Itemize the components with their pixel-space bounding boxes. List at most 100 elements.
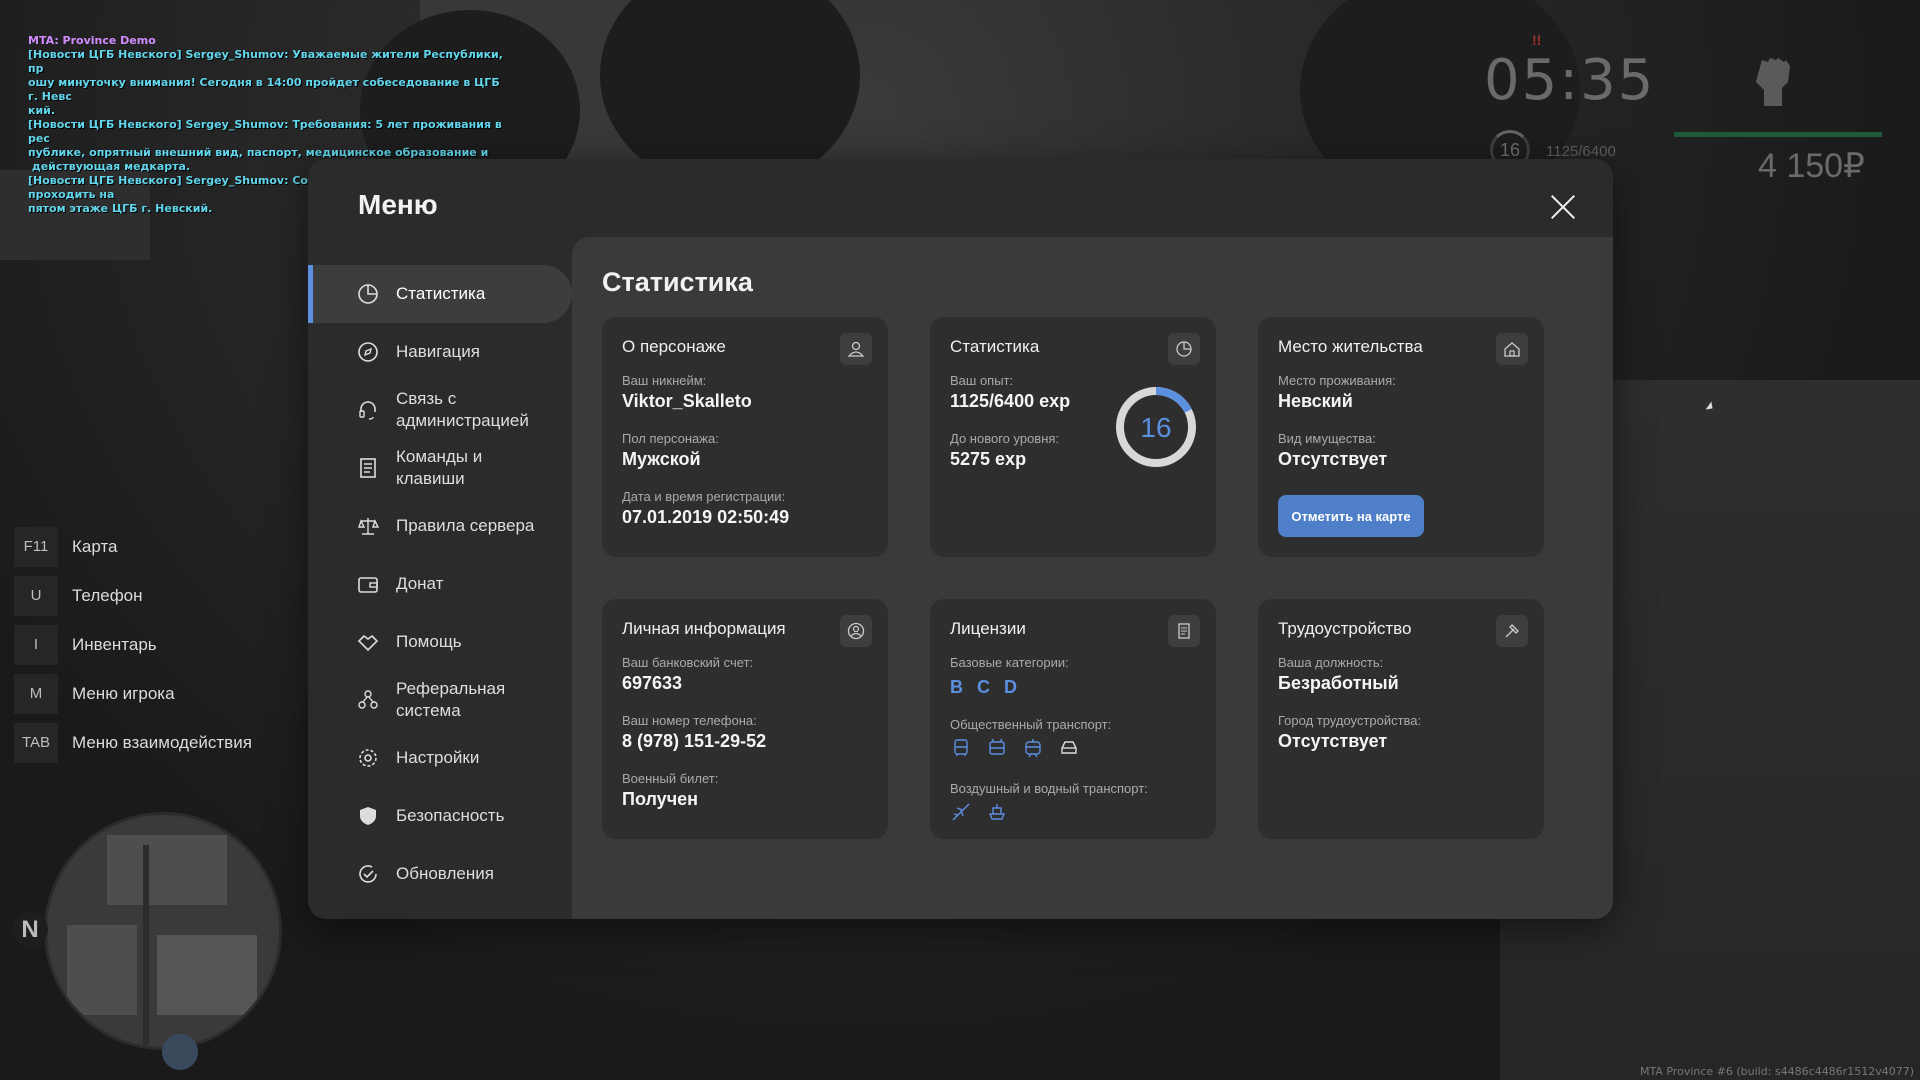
menu-content: Статистика О персонаже Ваш никнейм: Vikt… <box>572 237 1613 919</box>
pie-chart-icon <box>1168 333 1200 365</box>
property-value: Отсутствует <box>1278 449 1388 469</box>
card-residence: Место жительства Место проживания: Невск… <box>1258 317 1544 557</box>
air-water-icons <box>950 801 1008 823</box>
card-personal-info: Личная информация Ваш банковский счет: 6… <box>602 599 888 839</box>
sidebar-item-label: Обновления <box>396 864 494 883</box>
sidebar-item-settings[interactable]: Настройки <box>308 729 572 787</box>
minimap[interactable] <box>44 812 282 1050</box>
chat-line: [Новости ЦГБ Невского] Sergey_Shumov: Ув… <box>28 48 503 75</box>
hotkey-key: I <box>14 624 58 665</box>
job-city-label: Город трудоустройства: <box>1278 713 1422 728</box>
sidebar-item-admin-contact[interactable]: Связь с администрацией <box>308 381 572 439</box>
hud-health-bar <box>1674 132 1882 137</box>
military-value: Получен <box>622 789 699 809</box>
hotkey-phone[interactable]: U Телефон <box>14 571 252 620</box>
phone-label: Ваш номер телефона: <box>622 713 757 728</box>
chat-line: [Новости ЦГБ Невского] Sergey_Shumov: Тр… <box>28 118 502 145</box>
hotkey-key: F11 <box>14 526 58 567</box>
public-transport-icons <box>950 737 1080 759</box>
headset-icon <box>356 398 380 422</box>
chat-line: кий. <box>28 104 56 117</box>
hotkey-label: Инвентарь <box>72 634 157 654</box>
sidebar-item-label: Команды и клавиши <box>396 447 483 488</box>
gender-value: Мужской <box>622 449 701 469</box>
hotkey-player-menu[interactable]: M Меню игрока <box>14 669 252 718</box>
nick-label: Ваш никнейм: <box>622 373 707 388</box>
hotkey-map[interactable]: F11 Карта <box>14 522 252 571</box>
hotkey-key: U <box>14 575 58 616</box>
content-title: Статистика <box>602 267 753 297</box>
sidebar-item-navigation[interactable]: Навигация <box>308 323 572 381</box>
sidebar-item-commands[interactable]: Команды и клавиши <box>308 439 572 497</box>
tram-icon <box>1022 737 1044 759</box>
hotkey-interaction-menu[interactable]: TAB Меню взаимодействия <box>14 718 252 767</box>
category-d: D <box>1004 677 1017 697</box>
card-title: Лицензии <box>950 619 1026 638</box>
gender-label: Пол персонажа: <box>622 431 719 446</box>
bus-icon <box>950 737 972 759</box>
document-icon <box>356 456 380 480</box>
hud-clock: 05:35 <box>1484 48 1656 113</box>
close-icon[interactable] <box>1549 193 1577 221</box>
sidebar-item-label: Настройки <box>396 748 480 767</box>
sidebar-item-rules[interactable]: Правила сервера <box>308 497 572 555</box>
hotkey-inventory[interactable]: I Инвентарь <box>14 620 252 669</box>
nick-value: Viktor_Skalleto <box>622 391 752 411</box>
next-level-value: 5275 exp <box>950 449 1027 469</box>
card-statistics: Статистика Ваш опыт: 1125/6400 exp До но… <box>930 317 1216 557</box>
sidebar-item-label: Донат <box>396 574 444 593</box>
bank-label: Ваш банковский счет: <box>622 655 754 670</box>
chat-line: ошу минуточку внимания! Сегодня в 14:00 … <box>28 76 500 103</box>
position-value: Безработный <box>1278 673 1399 693</box>
exp-value: 1125/6400 exp <box>950 391 1071 411</box>
card-title: Трудоустройство <box>1278 619 1412 638</box>
sidebar-item-updates[interactable]: Обновления <box>308 845 572 903</box>
build-info: MTA Province #6 (build: s4486c4486r1512v… <box>1639 1065 1914 1078</box>
player-menu-window: Меню Статистика Навигация Связь с админи… <box>308 159 1613 919</box>
hud-alert: !! <box>1532 32 1542 48</box>
hammer-icon <box>1496 615 1528 647</box>
hotkey-key: TAB <box>14 722 58 763</box>
registration-label: Дата и время регистрации: <box>622 489 786 504</box>
sidebar-item-help[interactable]: Помощь <box>308 613 572 671</box>
compass-icon <box>356 340 380 364</box>
hotkey-key: M <box>14 673 58 714</box>
sidebar-item-referral[interactable]: Реферальная система <box>308 671 572 729</box>
sidebar-item-label: Статистика <box>396 284 486 303</box>
phone-value: 8 (978) 151-29-52 <box>622 731 767 751</box>
level-number: 16 <box>1140 412 1171 443</box>
handshake-icon <box>356 630 380 654</box>
base-categories: B C D <box>950 677 1017 698</box>
chat-title: MTA: Province Demo <box>28 34 156 47</box>
hotkey-label: Карта <box>72 536 118 556</box>
hotkey-label: Телефон <box>72 585 143 605</box>
place-value: Невский <box>1278 391 1353 411</box>
job-city-value: Отсутствует <box>1278 731 1388 751</box>
sidebar-item-label: Связь с администрацией <box>396 389 529 430</box>
pie-chart-icon <box>356 282 380 306</box>
sidebar-item-label: Навигация <box>396 342 480 361</box>
sidebar-item-statistics[interactable]: Статистика <box>308 265 572 323</box>
gear-icon <box>356 746 380 770</box>
boat-icon <box>986 801 1008 823</box>
user-circle-icon <box>840 615 872 647</box>
air-water-label: Воздушный и водный транспорт: <box>950 781 1148 796</box>
wallet-icon <box>356 572 380 596</box>
trolleybus-icon <box>986 737 1008 759</box>
public-transport-label: Общественный транспорт: <box>950 717 1112 732</box>
sidebar-item-security[interactable]: Безопасность <box>308 787 572 845</box>
card-title: О персонаже <box>622 337 726 356</box>
card-title: Личная информация <box>622 619 786 638</box>
shield-icon <box>356 804 380 828</box>
card-character: О персонаже Ваш никнейм: Viktor_Skalleto… <box>602 317 888 557</box>
vehicle-blip-icon <box>162 1034 198 1070</box>
mark-on-map-button[interactable]: Отметить на карте <box>1278 495 1424 537</box>
menu-sidebar: Статистика Навигация Связь с администрац… <box>308 265 572 903</box>
hotkey-list: F11 Карта U Телефон I Инвентарь M Меню и… <box>14 522 252 767</box>
sidebar-item-label: Помощь <box>396 632 462 651</box>
menu-title: Меню <box>358 189 438 220</box>
level-progress-ring: 16 <box>1116 387 1196 467</box>
sidebar-item-donate[interactable]: Донат <box>308 555 572 613</box>
bank-value: 697633 <box>622 673 683 693</box>
hud-money: 4 150₽ <box>1758 147 1865 185</box>
